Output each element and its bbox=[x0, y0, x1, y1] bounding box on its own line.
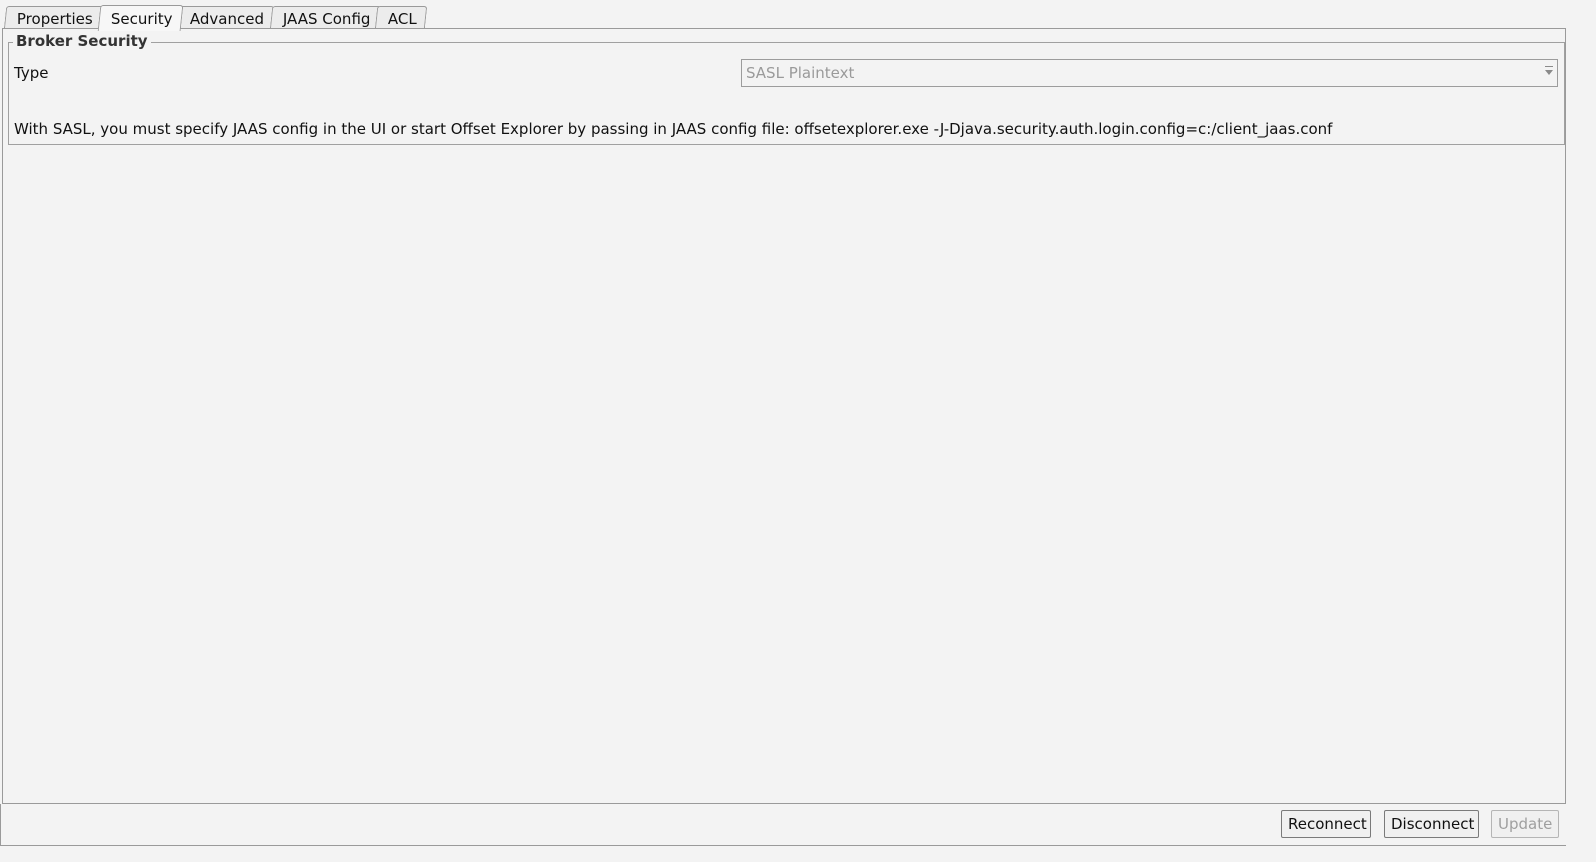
tab-label: ACL bbox=[387, 9, 417, 28]
tab-content-panel: Broker Security Type SASL Plaintext With… bbox=[2, 28, 1566, 804]
tab-strip: Properties Security Advanced JAAS Config… bbox=[3, 3, 428, 31]
tab-advanced[interactable]: Advanced bbox=[177, 6, 275, 30]
tab-label: Security bbox=[110, 9, 173, 28]
security-type-select[interactable]: SASL Plaintext bbox=[741, 59, 1558, 87]
tab-label: Advanced bbox=[190, 9, 265, 28]
tab-jaas-config[interactable]: JAAS Config bbox=[269, 6, 381, 30]
disconnect-button[interactable]: Disconnect bbox=[1384, 810, 1479, 838]
sasl-info-text: With SASL, you must specify JAAS config … bbox=[14, 120, 1333, 138]
reconnect-button[interactable]: Reconnect bbox=[1281, 810, 1371, 838]
broker-security-group: Broker Security Type SASL Plaintext With… bbox=[8, 32, 1565, 145]
type-label: Type bbox=[14, 64, 49, 82]
tab-properties[interactable]: Properties bbox=[3, 6, 104, 30]
security-type-value: SASL Plaintext bbox=[746, 64, 855, 82]
tab-security[interactable]: Security bbox=[97, 5, 183, 31]
tab-label: Properties bbox=[16, 9, 93, 28]
chevron-down-icon bbox=[1545, 66, 1553, 75]
bottom-button-bar: Reconnect Disconnect Update bbox=[0, 804, 1566, 846]
tab-label: JAAS Config bbox=[282, 9, 370, 28]
update-button[interactable]: Update bbox=[1491, 810, 1559, 838]
group-title: Broker Security bbox=[13, 32, 151, 50]
tab-acl[interactable]: ACL bbox=[374, 6, 428, 30]
